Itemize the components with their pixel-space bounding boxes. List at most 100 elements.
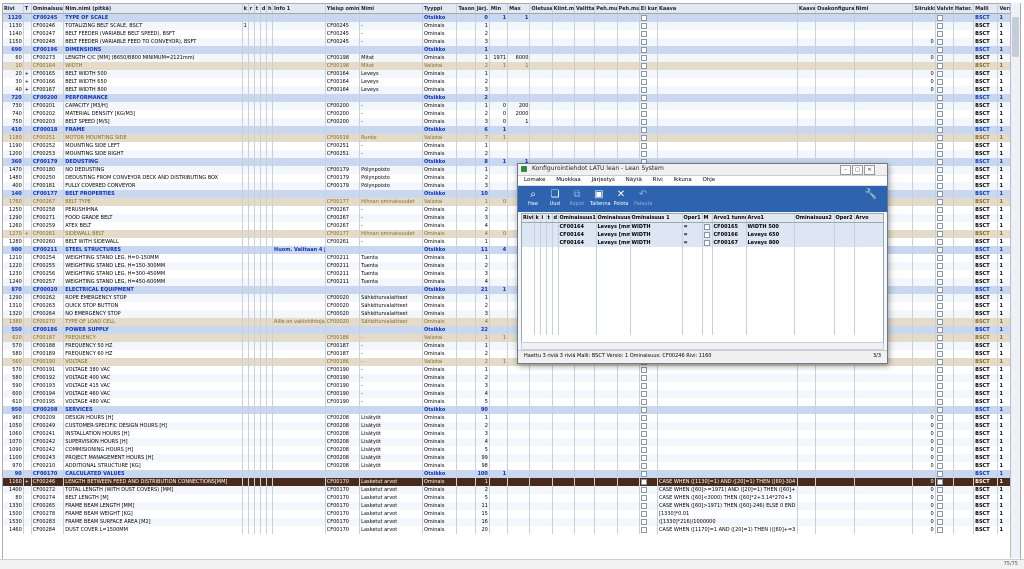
undo-button[interactable]: ↶ Palauta bbox=[634, 188, 653, 210]
table-row[interactable]: 1190 CF00252 MOUNTING SIDE LEFT CF00251- Omi… bbox=[3, 142, 1020, 150]
cell-eikunn[interactable] bbox=[639, 518, 659, 526]
checkbox[interactable] bbox=[640, 366, 647, 373]
column-header[interactable]: Info 1 bbox=[272, 4, 326, 14]
cell-eikunn[interactable] bbox=[639, 70, 659, 78]
column-header[interactable]: Ei kunn bbox=[639, 4, 659, 14]
checkbox[interactable] bbox=[936, 262, 943, 269]
cell-valvinta[interactable] bbox=[935, 390, 954, 398]
checkbox[interactable] bbox=[640, 510, 647, 517]
checkbox[interactable] bbox=[936, 142, 943, 149]
column-header[interactable]: Min bbox=[489, 4, 509, 14]
column-header[interactable]: Yleisp omin bbox=[325, 4, 361, 14]
vertical-scrollbar[interactable] bbox=[1010, 3, 1020, 558]
table-row[interactable]: 1330 CF00265 FRAME BEAM LENGTH [MM] CF00170… bbox=[3, 502, 1020, 510]
checkbox[interactable] bbox=[640, 62, 647, 69]
table-row[interactable]: 1180 CF00251 MOTOR MOUNTING SIDE CF00018 Run… bbox=[3, 134, 1020, 142]
checkbox[interactable] bbox=[936, 302, 943, 309]
conditions-column-header[interactable]: Arvo1 bbox=[746, 214, 795, 223]
cell-valvinta[interactable] bbox=[935, 334, 954, 342]
cell-eikunn[interactable] bbox=[639, 78, 659, 86]
dialog-horizontal-scrollbar[interactable] bbox=[521, 342, 884, 350]
table-row[interactable]: 1460 CF00284 DUST COVER L=1500MM CF00170 Las… bbox=[3, 526, 1020, 534]
table-row[interactable]: 1150 CF00248 BELT FEEDER (VARIABLE FEED TO… bbox=[3, 38, 1020, 46]
cell-eikunn[interactable] bbox=[639, 414, 659, 422]
menu-jarjestys[interactable]: Järjestys bbox=[592, 177, 615, 183]
conditions-empty-row[interactable] bbox=[522, 271, 883, 279]
column-header[interactable]: Nim.nimi (pitkä) bbox=[63, 4, 243, 14]
table-row[interactable]: 1200 CF00253 MOUNTING SIDE RIGHT CF00251- Om… bbox=[3, 150, 1020, 158]
cell-valvinta[interactable] bbox=[935, 142, 954, 150]
cell-eikunn[interactable] bbox=[639, 118, 659, 126]
conditions-column-header[interactable]: Ominaisuus1 bbox=[558, 214, 597, 223]
checkbox[interactable] bbox=[640, 438, 647, 445]
checkbox[interactable] bbox=[936, 238, 943, 245]
checkbox[interactable] bbox=[936, 518, 943, 525]
cell-eikunn[interactable] bbox=[639, 422, 659, 430]
conditions-row[interactable]: CF00164Leveys [mm]WIDTH=CF00165WIDTH 500 bbox=[522, 222, 883, 231]
cell-eikunn[interactable] bbox=[639, 438, 659, 446]
table-row[interactable]: 600 CF00194 VOLTAGE 460 VAC CF00190- Ominais… bbox=[3, 390, 1020, 398]
checkbox[interactable] bbox=[640, 86, 647, 93]
menu-rivi[interactable]: Rivi bbox=[653, 177, 663, 183]
cell-valvinta[interactable] bbox=[935, 422, 954, 430]
cell-valvinta[interactable] bbox=[935, 22, 954, 30]
cell-valvinta[interactable] bbox=[935, 510, 954, 518]
checkbox[interactable] bbox=[936, 150, 943, 157]
cell-valvinta[interactable] bbox=[935, 398, 954, 406]
checkbox[interactable] bbox=[936, 118, 943, 125]
cell-eikunn[interactable] bbox=[639, 22, 659, 30]
column-header[interactable]: Hater. E bbox=[953, 4, 975, 14]
column-header[interactable]: Nimi bbox=[359, 4, 423, 14]
checkbox[interactable] bbox=[936, 46, 943, 53]
checkbox[interactable] bbox=[936, 182, 943, 189]
cell-eikunn[interactable] bbox=[639, 486, 659, 494]
table-row[interactable]: 740 CF00202 MATERIAL DENSITY [KG/M3] CF0020… bbox=[3, 110, 1020, 118]
checkbox[interactable] bbox=[936, 22, 943, 29]
checkbox[interactable] bbox=[936, 102, 943, 109]
cell-valvinta[interactable] bbox=[935, 78, 954, 86]
column-header[interactable]: Kaava bbox=[657, 4, 798, 14]
table-row[interactable]: 1500 CF00278 FRAME BEAM WEIGHT [KG] CF00170… bbox=[3, 510, 1020, 518]
menu-lomake[interactable]: Lomake bbox=[524, 177, 545, 183]
checkbox[interactable] bbox=[936, 286, 943, 293]
checkbox[interactable] bbox=[936, 14, 943, 21]
conditions-column-header[interactable]: Ominaisuus 1 bbox=[630, 214, 683, 223]
checkbox[interactable] bbox=[936, 406, 943, 413]
conditions-empty-row[interactable] bbox=[522, 311, 883, 319]
checkbox[interactable] bbox=[936, 126, 943, 133]
checkbox[interactable] bbox=[936, 246, 943, 253]
cell-valvinta[interactable] bbox=[935, 254, 954, 262]
cell-valvinta[interactable] bbox=[935, 430, 954, 438]
checkbox[interactable] bbox=[936, 526, 943, 533]
cell-eikunn[interactable] bbox=[639, 110, 659, 118]
cell-valvinta[interactable] bbox=[935, 446, 954, 454]
column-header[interactable]: Max bbox=[507, 4, 531, 14]
checkbox[interactable] bbox=[936, 54, 943, 61]
cell-valvinta[interactable] bbox=[935, 222, 954, 230]
checkbox[interactable] bbox=[936, 270, 943, 277]
tools-button[interactable]: 🔧 bbox=[864, 188, 878, 210]
cell-valvinta[interactable] bbox=[935, 166, 954, 174]
checkbox[interactable] bbox=[936, 446, 943, 453]
column-header[interactable]: Valvinta bbox=[935, 4, 954, 14]
table-row[interactable]: 1060 CF00241 INSTALLATION HOURS [H] CF00208… bbox=[3, 430, 1020, 438]
checkbox[interactable] bbox=[936, 398, 943, 405]
checkbox[interactable] bbox=[936, 510, 943, 517]
cell-valvinta[interactable] bbox=[935, 342, 954, 350]
checkbox[interactable] bbox=[640, 406, 647, 413]
cell-valvinta[interactable] bbox=[935, 214, 954, 222]
conditions-column-header[interactable]: Rivi bbox=[522, 214, 535, 223]
table-row[interactable]: 750 CF00203 BELT SPEED [M/S] CF00200- Ominai… bbox=[3, 118, 1020, 126]
checkbox[interactable] bbox=[640, 142, 647, 149]
checkbox[interactable] bbox=[703, 223, 710, 230]
checkbox[interactable] bbox=[640, 54, 647, 61]
cell-valvinta[interactable] bbox=[935, 126, 954, 134]
checkbox[interactable] bbox=[936, 470, 943, 477]
table-row[interactable]: 730 CF00201 CAPACITY [M3/H] CF00200- Ominais… bbox=[3, 102, 1020, 110]
checkbox[interactable] bbox=[640, 126, 647, 133]
checkbox[interactable] bbox=[640, 398, 647, 405]
checkbox[interactable] bbox=[936, 462, 943, 469]
cell-valvinta[interactable] bbox=[935, 374, 954, 382]
conditions-column-header[interactable]: Ominaisuus2 bbox=[794, 214, 835, 223]
table-row[interactable]: 1130 CF00246 TOTALIZING BELT SCALE, BSCT 1 C… bbox=[3, 22, 1020, 30]
